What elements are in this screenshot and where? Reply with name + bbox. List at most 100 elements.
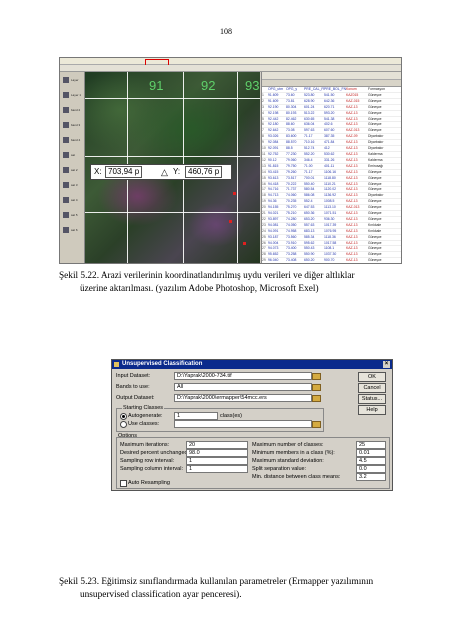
excel-cell[interactable]: 88.5: [286, 146, 304, 151]
excel-cell[interactable]: 512.74: [304, 146, 324, 151]
bands-field[interactable]: All: [174, 383, 312, 391]
excel-cell[interactable]: KAZ-13: [346, 140, 368, 145]
excel-cell[interactable]: KAZ-13: [346, 223, 368, 228]
excel-cell[interactable]: 80.304: [286, 105, 304, 110]
excel-cell[interactable]: Güneşce: [368, 105, 392, 110]
excel-cell[interactable]: 79.750: [286, 164, 304, 169]
layer-row[interactable]: sat 5: [62, 211, 82, 220]
excel-cell[interactable]: 1113.10: [324, 205, 346, 210]
excel-cell[interactable]: 647.53: [304, 205, 324, 210]
excel-cell[interactable]: 936.30: [324, 217, 346, 222]
excel-cell[interactable]: 94.418: [268, 182, 286, 187]
excel-cell[interactable]: 94.004: [268, 241, 286, 246]
autogenerate-field[interactable]: 1: [174, 412, 218, 420]
excel-cell[interactable]: Diyarbakır: [368, 193, 392, 198]
excel-cell[interactable]: 1106.16: [324, 170, 346, 175]
excel-cell[interactable]: 88.570: [286, 140, 304, 145]
excel-cell[interactable]: 96.040: [268, 258, 286, 263]
option-field[interactable]: 0.0: [356, 465, 386, 473]
excel-cell[interactable]: KAZ-13: [346, 229, 368, 234]
excel-cell[interactable]: 513.22: [304, 111, 324, 116]
ok-button[interactable]: OK: [358, 372, 386, 382]
status-button[interactable]: Status...: [358, 394, 386, 404]
excel-cell[interactable]: 900.70: [324, 258, 346, 263]
excel-cell[interactable]: 93.897: [268, 217, 286, 222]
excel-cell[interactable]: 1118.36: [324, 235, 346, 240]
excel-cell[interactable]: KAZ-13: [346, 211, 368, 216]
excel-cell[interactable]: KAZ-13: [346, 193, 368, 198]
excel-cell[interactable]: 94.081: [268, 223, 286, 228]
excel-cell[interactable]: KAZ-13: [346, 199, 368, 204]
excel-cell[interactable]: 1136.92: [324, 193, 346, 198]
excel-cell[interactable]: 586.08: [304, 193, 324, 198]
layer-row[interactable]: band 4: [62, 136, 82, 145]
excel-cell[interactable]: Diyarbakır: [368, 146, 392, 151]
layer-row[interactable]: sat 2: [62, 166, 82, 175]
excel-cell[interactable]: Güneşce: [368, 211, 392, 216]
excel-cell[interactable]: KAZ-13: [346, 235, 368, 240]
excel-cell[interactable]: 71.00: [304, 164, 324, 169]
excel-cell[interactable]: 93.187: [268, 235, 286, 240]
excel-cell[interactable]: KAZ-13: [346, 117, 368, 122]
excel-cell[interactable]: 92.084: [268, 140, 286, 145]
excel-cell[interactable]: 74.060: [286, 193, 304, 198]
excel-cell[interactable]: 71.17: [304, 170, 324, 175]
excel-cell[interactable]: Formasyon: [368, 87, 392, 92]
excel-cell[interactable]: KAZ015: [346, 93, 368, 98]
use-classes-radio[interactable]: [120, 421, 127, 428]
excel-cell[interactable]: 552.20: [304, 152, 324, 157]
excel-cell[interactable]: 73.60: [286, 93, 304, 98]
excel-cell[interactable]: 1071.51: [324, 211, 346, 216]
excel-cell[interactable]: 1017.39: [324, 223, 346, 228]
excel-cell[interactable]: 74.280: [286, 217, 304, 222]
excel-cell[interactable]: 94.713: [268, 193, 286, 198]
excel-cell[interactable]: 628.90: [304, 99, 324, 104]
excel-cell[interactable]: KAZ-13: [346, 170, 368, 175]
excel-cell[interactable]: 1110.21: [324, 182, 346, 187]
excel-cell[interactable]: KAZ-015: [346, 99, 368, 104]
excel-cell[interactable]: 80.193: [286, 111, 304, 116]
excel-cell[interactable]: Güneşce: [368, 187, 392, 192]
excel-cell[interactable]: 73.560: [286, 235, 304, 240]
excel-cell[interactable]: Diyarbakır: [368, 134, 392, 139]
excel-cell[interactable]: PRE_BOL_FN: [324, 87, 346, 92]
excel-cell[interactable]: 550.90: [304, 252, 324, 257]
excel-cell[interactable]: 79.260: [286, 170, 304, 175]
excel-cell[interactable]: Güneşce: [368, 205, 392, 210]
excel-cell[interactable]: Emirusağı: [368, 164, 392, 169]
excel-cell[interactable]: Güneşce: [368, 99, 392, 104]
excel-cell[interactable]: 1037.30: [324, 252, 346, 257]
folder-icon[interactable]: [312, 421, 321, 428]
option-field[interactable]: 4.5: [356, 457, 386, 465]
excel-cell[interactable]: 550.40: [304, 182, 324, 187]
excel-cell[interactable]: 523.80: [304, 93, 324, 98]
excel-cell[interactable]: Güneşce: [368, 170, 392, 175]
close-icon[interactable]: ×: [383, 361, 390, 368]
output-dataset-field[interactable]: D:\Yaprak\2000\ermapper\54mcc.ers: [174, 394, 312, 402]
excel-cell[interactable]: 620.71: [324, 105, 346, 110]
excel-cell[interactable]: Güneşce: [368, 176, 392, 181]
excel-cell[interactable]: KAZ-13: [346, 164, 368, 169]
excel-cell[interactable]: 73.08: [286, 128, 304, 133]
folder-icon[interactable]: [312, 373, 321, 380]
excel-cell[interactable]: 94.716: [268, 187, 286, 192]
excel-cell[interactable]: 597.63: [304, 128, 324, 133]
excel-cell[interactable]: Diyarbakır: [368, 140, 392, 145]
excel-cell[interactable]: 92.198: [268, 111, 286, 116]
excel-cell[interactable]: Güneşce: [368, 235, 392, 240]
layer-row[interactable]: Layer 1: [62, 91, 82, 100]
excel-cell[interactable]: 636.04: [304, 122, 324, 127]
excel-cell[interactable]: 94.021: [268, 211, 286, 216]
use-classes-field[interactable]: [174, 420, 312, 428]
excel-cell[interactable]: 70.235: [286, 199, 304, 204]
excel-cell[interactable]: 1108.1: [324, 246, 346, 251]
excel-cell[interactable]: 1076.95: [324, 229, 346, 234]
excel-cell[interactable]: 73.81: [286, 99, 304, 104]
option-field[interactable]: 1: [186, 457, 248, 465]
excel-cell[interactable]: 630.65: [304, 117, 324, 122]
option-field[interactable]: 0.01: [356, 449, 386, 457]
excel-cell[interactable]: Güneşce: [368, 182, 392, 187]
excel-cell[interactable]: 92.190: [268, 105, 286, 110]
excel-cell[interactable]: 77.230: [286, 152, 304, 157]
excel-cell[interactable]: Güneşce: [368, 93, 392, 98]
